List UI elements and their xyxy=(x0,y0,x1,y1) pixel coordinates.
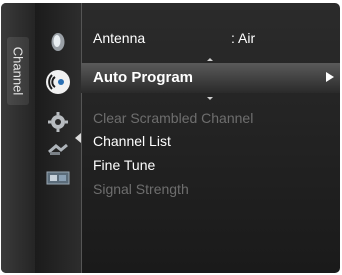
tv-menu-panel: Channel Antenna: Air Auto Program Clear… xyxy=(1,3,340,273)
picture-icon[interactable] xyxy=(45,31,71,53)
menu-item-clear-scrambled-channel[interactable]: Clear Scrambled Channel xyxy=(93,110,253,126)
antenna-row[interactable]: Antenna xyxy=(93,30,145,46)
menu-item-signal-strength[interactable]: Signal Strength xyxy=(93,181,189,197)
scroll-up-indicator xyxy=(207,58,213,61)
setup-icon[interactable] xyxy=(45,111,71,133)
input-icon[interactable] xyxy=(45,139,71,161)
scroll-down-indicator xyxy=(207,97,213,100)
auto-program-label: Auto Program xyxy=(93,69,194,86)
menu-item-fine-tune[interactable]: Fine Tune xyxy=(93,157,155,173)
antenna-label: Antenna xyxy=(93,30,146,46)
channel-icon[interactable] xyxy=(43,69,73,95)
antenna-value: : Air xyxy=(231,30,256,46)
tab-channel-label: Channel xyxy=(10,46,26,96)
selection-pointer-icon xyxy=(75,133,81,143)
tab-channel[interactable]: Channel xyxy=(7,37,29,105)
channel-menu: Antenna : Air Auto Program Clear Scrambl… xyxy=(75,3,340,273)
vertical-tab-strip: Channel xyxy=(1,3,36,273)
menu-item-auto-program[interactable]: Auto Program xyxy=(75,63,340,143)
application-icon[interactable] xyxy=(45,167,71,189)
submenu-arrow-icon xyxy=(326,72,334,82)
menu-item-channel-list[interactable]: Channel List xyxy=(93,133,171,149)
